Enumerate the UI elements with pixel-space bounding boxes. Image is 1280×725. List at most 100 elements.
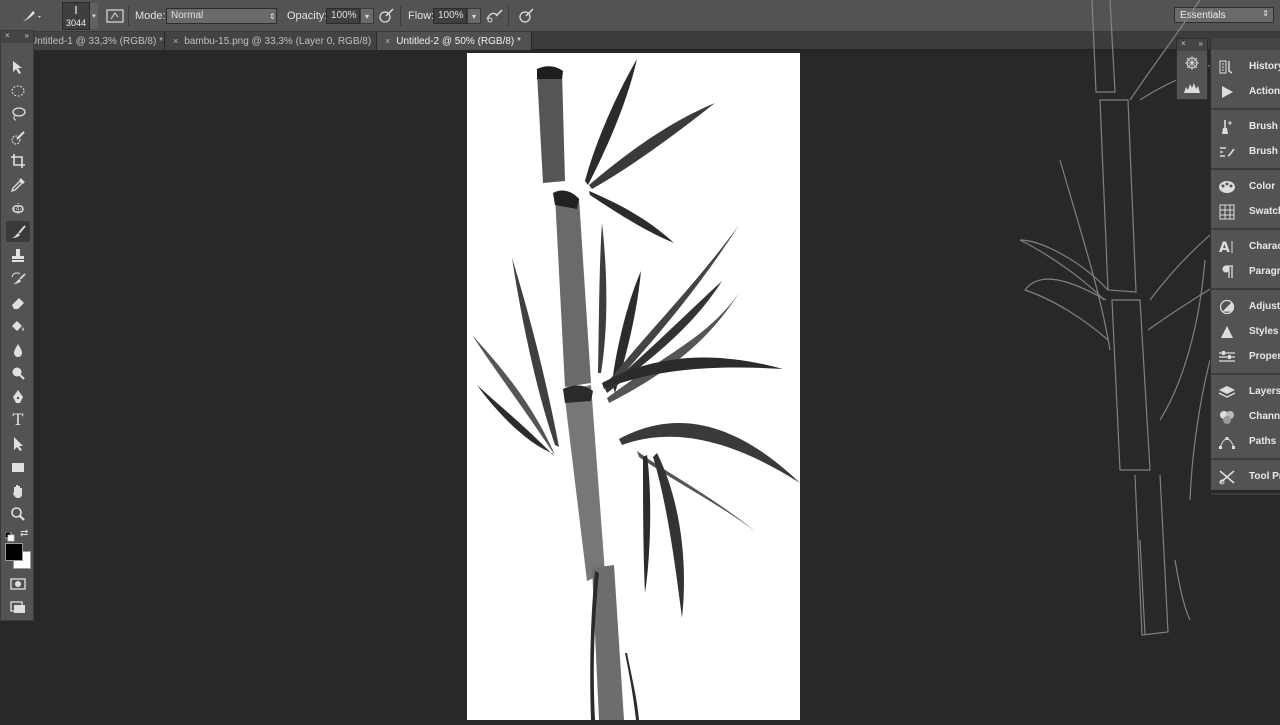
collapse-icon[interactable]: × (5, 31, 10, 43)
close-icon[interactable]: × (173, 36, 178, 46)
character-icon: A (1217, 239, 1237, 255)
panel-item-label: Paragraph (1249, 266, 1280, 277)
panel-item-tool-presets[interactable]: Tool Presets (1211, 464, 1280, 489)
path-selection-tool-icon[interactable] (6, 433, 30, 454)
panel-item-channels[interactable]: Channels (1211, 404, 1280, 429)
tab-label: Untitled-2 @ 50% (RGB/8) * (396, 35, 521, 47)
chevron-down-icon[interactable]: ▾ (90, 3, 98, 29)
panel-item-character[interactable]: A Character (1211, 234, 1280, 259)
crop-tool-icon[interactable] (6, 150, 30, 171)
panel-item-label: Styles (1249, 326, 1279, 337)
bamboo-artwork (472, 59, 800, 720)
close-icon[interactable]: × (385, 36, 390, 46)
navigator-icon[interactable] (1177, 51, 1207, 75)
brush-tool-icon[interactable] (6, 221, 30, 242)
panel-item-layers[interactable]: Layers (1211, 379, 1280, 404)
history-brush-tool-icon[interactable] (6, 268, 30, 289)
panel-item-label: Color (1249, 181, 1276, 192)
divider (508, 6, 509, 26)
eyedropper-tool-icon[interactable] (6, 174, 30, 195)
tab-bambu-15[interactable]: × bambu-15.png @ 33,3% (Layer 0, RGB/8) (165, 32, 377, 50)
panel-dock: History Actions Brush Brush Presets Color Swa… (1210, 38, 1280, 495)
clone-stamp-tool-icon[interactable] (6, 245, 30, 266)
hand-tool-icon[interactable] (6, 480, 30, 501)
opacity-field[interactable]: 100% ▾ (326, 0, 374, 32)
airbrush-icon[interactable] (484, 0, 504, 32)
actions-icon (1217, 84, 1237, 100)
svg-text:A: A (1219, 240, 1230, 255)
panel-item-brush[interactable]: Brush (1211, 114, 1280, 139)
swap-colors-icon[interactable]: ⇄ (20, 528, 28, 539)
brush-panel-toggle-icon[interactable] (106, 0, 124, 32)
marquee-tool-icon[interactable] (6, 80, 30, 101)
pressure-size-icon[interactable] (517, 0, 535, 32)
brush-size-picker[interactable]: 3044 ▾ (62, 0, 98, 32)
collapse-icon[interactable]: × (1181, 39, 1186, 51)
type-tool-icon[interactable]: T (6, 409, 30, 430)
quick-mask-icon[interactable] (6, 573, 30, 594)
spot-healing-tool-icon[interactable] (6, 198, 30, 219)
color-icon (1217, 179, 1237, 195)
chevron-down-icon[interactable]: ▾ (360, 8, 374, 24)
flow-field[interactable]: 100% ▾ (433, 0, 481, 32)
panel-item-properties[interactable]: Properties (1211, 344, 1280, 369)
panel-item-paths[interactable]: Paths (1211, 429, 1280, 454)
panel-item-adjustments[interactable]: Adjustments (1211, 294, 1280, 319)
pressure-opacity-icon[interactable] (377, 0, 395, 32)
mode-select-value[interactable]: Normal (166, 8, 277, 24)
quick-selection-tool-icon[interactable] (6, 127, 30, 148)
mode-select[interactable]: Normal (166, 0, 277, 32)
select-arrows-icon: ⇕ (269, 11, 276, 21)
paint-bucket-tool-icon[interactable] (6, 315, 30, 336)
panel-item-label: Swatches (1249, 206, 1280, 217)
expand-icon[interactable]: » (1199, 39, 1203, 51)
panel-item-label: Adjustments (1249, 301, 1280, 312)
foreground-color-swatch[interactable] (5, 543, 23, 561)
tools-panel: × » T ⇄ (0, 30, 34, 621)
panel-group: Layers Channels Paths (1211, 375, 1280, 460)
tab-label: Untitled-1 @ 33,3% (RGB/8) * (30, 35, 163, 47)
layers-icon (1217, 384, 1237, 400)
tab-untitled-2[interactable]: × Untitled-2 @ 50% (RGB/8) * (377, 32, 532, 50)
lasso-tool-icon[interactable] (6, 103, 30, 124)
history-icon (1217, 59, 1237, 75)
panel-item-history[interactable]: History (1211, 54, 1280, 79)
flow-label: Flow: (408, 10, 435, 22)
panel-group: Adjustments Styles Properties (1211, 290, 1280, 375)
panel-item-color[interactable]: Color (1211, 174, 1280, 199)
dock-header (1211, 38, 1280, 50)
panel-item-styles[interactable]: Styles (1211, 319, 1280, 344)
blur-tool-icon[interactable] (6, 339, 30, 360)
panel-group: History Actions (1211, 50, 1280, 110)
panel-item-swatches[interactable]: Swatches (1211, 199, 1280, 224)
panel-item-label: Brush (1249, 121, 1278, 132)
document-canvas[interactable] (467, 53, 800, 720)
zoom-tool-icon[interactable] (6, 503, 30, 524)
brush-tool-preset-icon[interactable] (18, 0, 42, 32)
paths-icon (1217, 434, 1237, 450)
eraser-tool-icon[interactable] (6, 292, 30, 313)
panel-group: Brush Brush Presets (1211, 110, 1280, 170)
panel-item-label: Character (1249, 241, 1280, 252)
channels-icon (1217, 409, 1237, 425)
panel-group: A Character Paragraph (1211, 230, 1280, 290)
swatches-icon (1217, 204, 1237, 220)
icon-dock-header: ×» (1177, 39, 1207, 51)
panel-item-label: Brush Presets (1249, 146, 1280, 157)
divider (400, 6, 401, 26)
histogram-icon[interactable] (1177, 75, 1207, 99)
screen-mode-icon[interactable] (6, 596, 30, 617)
brush-panel-icon (1217, 119, 1237, 135)
rectangle-tool-icon[interactable] (6, 456, 30, 477)
move-tool-icon[interactable] (6, 56, 30, 77)
opacity-value[interactable]: 100% (326, 8, 360, 24)
pen-tool-icon[interactable] (6, 386, 30, 407)
panel-item-paragraph[interactable]: Paragraph (1211, 259, 1280, 284)
expand-icon[interactable]: » (25, 31, 29, 43)
flow-value[interactable]: 100% (433, 8, 467, 24)
opacity-label: Opacity: (287, 10, 328, 22)
dodge-tool-icon[interactable] (6, 362, 30, 383)
panel-item-brush-presets[interactable]: Brush Presets (1211, 139, 1280, 164)
panel-item-actions[interactable]: Actions (1211, 79, 1280, 104)
chevron-down-icon[interactable]: ▾ (467, 8, 481, 24)
